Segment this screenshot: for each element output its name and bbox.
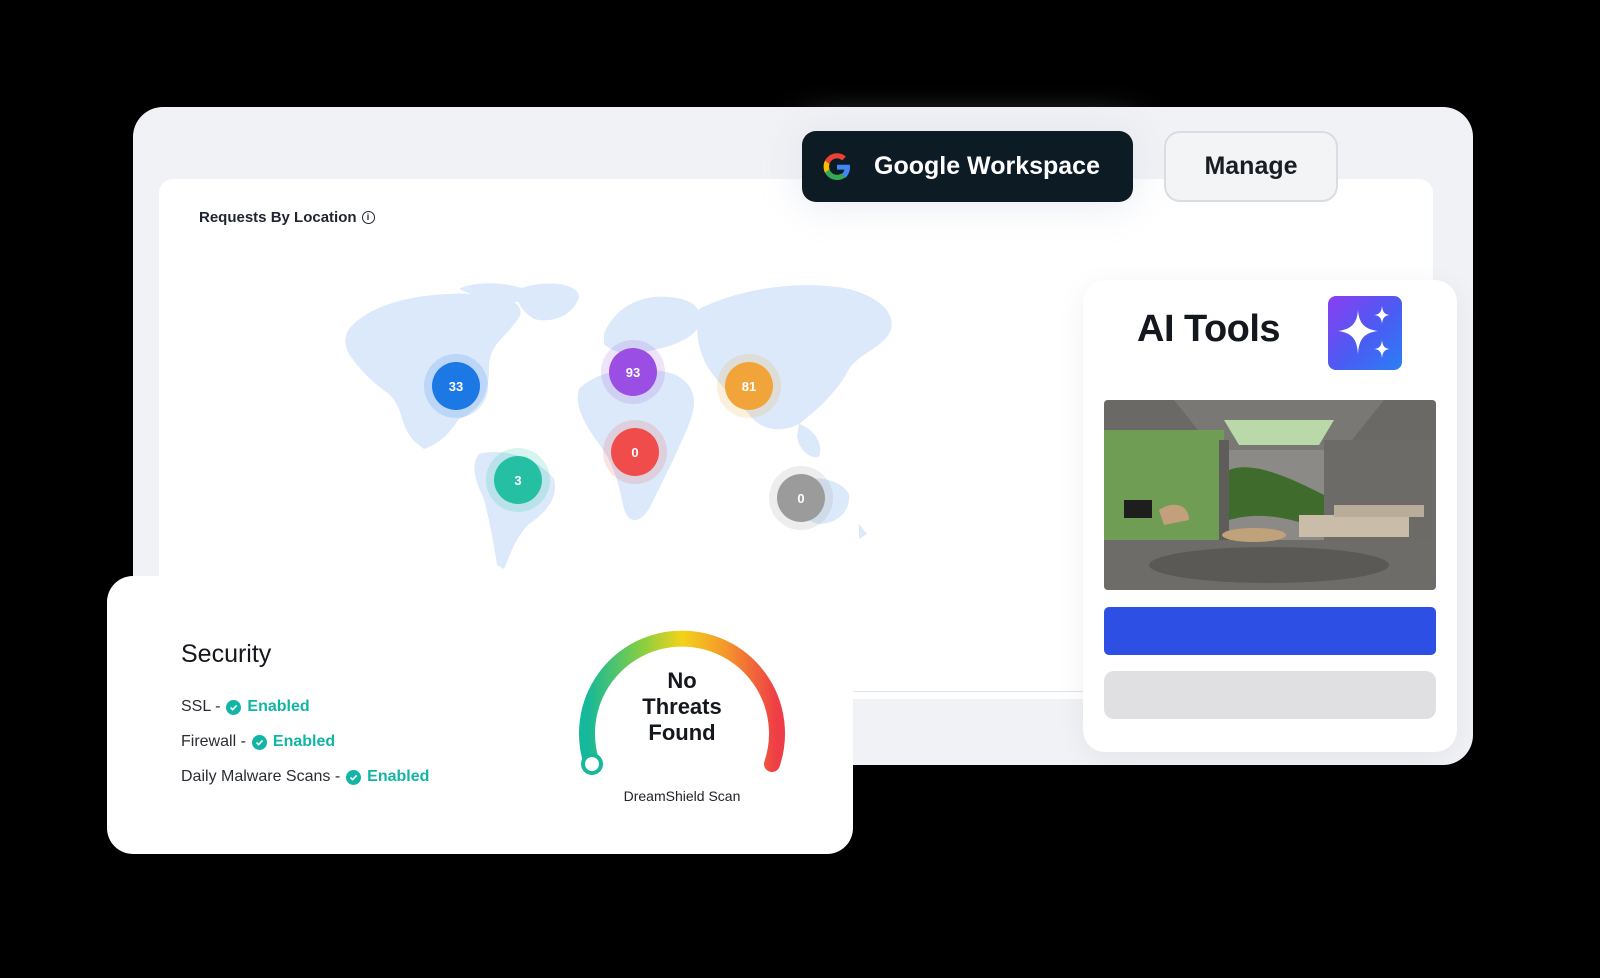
marker-33[interactable]: 33 (424, 354, 488, 418)
malware-scan-status: Enabled (367, 768, 430, 785)
interior-image (1104, 400, 1436, 590)
marker-label: 0 (797, 491, 804, 506)
marker-label: 0 (631, 445, 638, 460)
malware-scan-label: Daily Malware Scans - (181, 768, 341, 785)
gauge-label: DreamShield Scan (623, 788, 741, 804)
security-card: Security SSL - Enabled Firewall - Enable… (107, 576, 853, 854)
google-workspace-label: Google Workspace (874, 152, 1100, 180)
marker-0-australia[interactable]: 0 (769, 466, 833, 530)
gauge-line-3: Found (648, 720, 716, 745)
check-icon (346, 769, 362, 785)
ai-tools-card: AI Tools (1083, 280, 1457, 752)
google-icon (823, 152, 850, 180)
marker-3[interactable]: 3 (486, 448, 550, 512)
firewall-label: Firewall - (181, 733, 246, 750)
gauge-status-text: No Threats Found (607, 668, 757, 746)
marker-label: 3 (514, 473, 521, 488)
ssl-row: SSL - Enabled (181, 698, 310, 716)
marker-93[interactable]: 93 (601, 340, 665, 404)
check-icon (251, 734, 267, 750)
check-icon (226, 699, 242, 715)
ai-tools-title: AI Tools (1137, 308, 1281, 350)
firewall-status: Enabled (272, 733, 336, 750)
firewall-row: Firewall - Enabled (181, 733, 335, 751)
gauge-line-1: No (667, 668, 697, 693)
marker-81[interactable]: 81 (717, 354, 781, 418)
ssl-status: Enabled (247, 698, 310, 715)
marker-label: 33 (449, 379, 463, 394)
marker-label: 81 (742, 379, 756, 394)
marker-label: 93 (626, 365, 640, 380)
sparkle-icon[interactable] (1328, 296, 1402, 370)
marker-0-africa[interactable]: 0 (603, 420, 667, 484)
ai-secondary-bar[interactable] (1104, 671, 1436, 719)
manage-button[interactable]: Manage (1164, 131, 1338, 202)
ai-primary-bar[interactable] (1104, 607, 1436, 655)
gauge-indicator (581, 753, 603, 775)
ssl-label: SSL - (181, 698, 221, 715)
gauge-line-2: Threats (642, 694, 722, 719)
google-workspace-button[interactable]: Google Workspace (802, 131, 1133, 202)
security-title: Security (181, 640, 272, 668)
malware-scan-row: Daily Malware Scans - Enabled (181, 768, 429, 786)
